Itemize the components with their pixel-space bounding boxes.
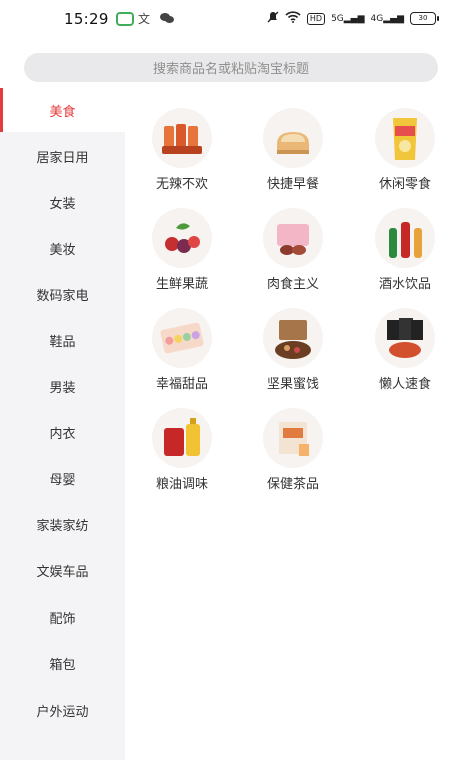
tea-box-icon (263, 408, 323, 468)
category-label: 粮油调味 (155, 477, 208, 492)
category-label: 生鲜果蔬 (155, 277, 208, 292)
category-item[interactable]: 坚果蜜饯 (243, 308, 343, 400)
category-item[interactable]: 懒人速食 (355, 308, 455, 400)
sidebar-item-underwear[interactable]: 内衣 (0, 410, 125, 454)
status-right: HD 5G▂▄▆ 4G▂▄▆ 30 (267, 11, 439, 26)
macaron-box-icon (152, 308, 212, 368)
battery-icon: 30 (410, 12, 439, 25)
status-bar: 15:29 文 HD 5G▂▄▆ 4G▂▄▆ 30 (0, 0, 462, 38)
wechat-icon (160, 11, 174, 25)
signal-5g-icon: 5G▂▄▆ (331, 13, 365, 24)
sidebar-item-baby[interactable]: 母婴 (0, 456, 125, 500)
spicy-snacks-icon (152, 108, 212, 168)
category-item[interactable]: 幸福甜品 (132, 308, 232, 400)
fruits-icon (152, 208, 212, 268)
category-item[interactable]: 无辣不欢 (132, 108, 232, 200)
sidebar-item-womens-clothing[interactable]: 女装 (0, 180, 125, 224)
category-label: 肉食主义 (266, 277, 319, 292)
category-item[interactable]: 休闲零食 (355, 108, 455, 200)
search-placeholder: 搜索商品名或粘贴淘宝标题 (152, 62, 309, 77)
signal-4g-icon: 4G▂▄▆ (370, 13, 404, 24)
category-label: 快捷早餐 (266, 177, 319, 192)
bread-icon (263, 108, 323, 168)
wifi-icon (285, 11, 301, 26)
sidebar-item-entertainment-car[interactable]: 文娱车品 (0, 548, 125, 592)
category-item[interactable]: 生鲜果蔬 (132, 208, 232, 300)
hd-badge: HD (306, 12, 326, 25)
search-input[interactable]: 搜索商品名或粘贴淘宝标题 (24, 53, 438, 82)
status-time: 15:29 (64, 10, 109, 28)
sidebar-item-home[interactable]: 居家日用 (0, 134, 125, 178)
category-sidebar: 美食 居家日用 女装 美妆 数码家电 鞋品 男装 内衣 母婴 家装家纺 文娱车品… (0, 88, 125, 760)
category-item[interactable]: 保健茶品 (243, 408, 343, 500)
category-label: 坚果蜜饯 (266, 377, 319, 392)
sidebar-item-bags[interactable]: 箱包 (0, 641, 125, 685)
category-item[interactable]: 快捷早餐 (243, 108, 343, 200)
translate-icon: 文 (138, 11, 151, 26)
nuts-box-icon (263, 308, 323, 368)
sidebar-item-food[interactable]: 美食 (0, 88, 125, 132)
sidebar-item-outdoor[interactable]: 户外运动 (0, 688, 125, 732)
message-app-icon (116, 12, 134, 26)
meat-box-icon (263, 208, 323, 268)
category-label: 酒水饮品 (378, 277, 431, 292)
mute-icon (267, 11, 279, 26)
sidebar-item-shoes[interactable]: 鞋品 (0, 318, 125, 362)
category-item[interactable]: 肉食主义 (243, 208, 343, 300)
instant-noodles-icon (375, 308, 435, 368)
category-label: 懒人速食 (378, 377, 431, 392)
sidebar-item-electronics[interactable]: 数码家电 (0, 272, 125, 316)
sidebar-item-home-textiles[interactable]: 家装家纺 (0, 502, 125, 546)
sidebar-item-accessories[interactable]: 配饰 (0, 595, 125, 639)
chips-bag-icon (375, 108, 435, 168)
rice-oil-icon (152, 408, 212, 468)
sidebar-item-mens-clothing[interactable]: 男装 (0, 364, 125, 408)
category-label: 无辣不欢 (155, 177, 208, 192)
category-item[interactable]: 粮油调味 (132, 408, 232, 500)
drinks-bottles-icon (375, 208, 435, 268)
category-label: 休闲零食 (378, 177, 431, 192)
sidebar-item-beauty[interactable]: 美妆 (0, 226, 125, 270)
category-label: 保健茶品 (266, 477, 319, 492)
category-label: 幸福甜品 (155, 377, 208, 392)
category-item[interactable]: 酒水饮品 (355, 208, 455, 300)
